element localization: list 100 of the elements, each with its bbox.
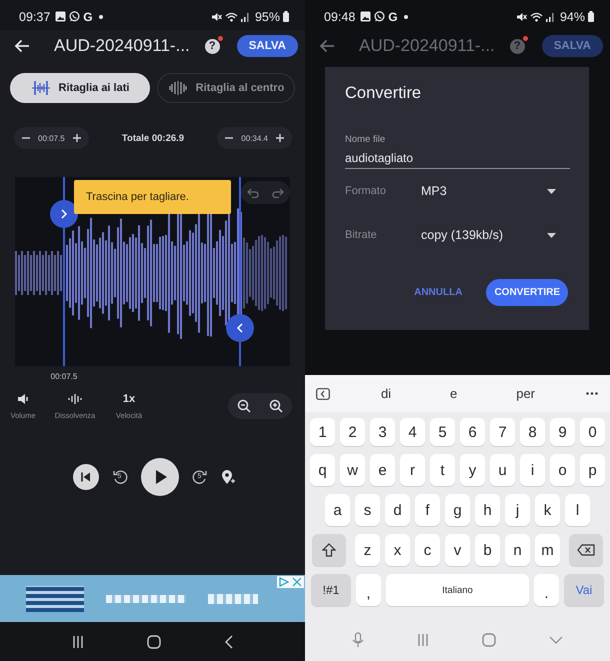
home-icon[interactable] (146, 634, 161, 648)
file-title: AUD-20240911-... (359, 36, 496, 56)
trim-middle-icon (168, 80, 188, 96)
clock: 09:48 (324, 10, 356, 24)
convert-button[interactable]: CONVERTIRE (486, 279, 568, 306)
key[interactable]: 3 (370, 418, 395, 446)
mode-tab[interactable]: Ritaglia ai lati (10, 73, 150, 103)
key[interactable]: 0 (580, 418, 605, 446)
key[interactable]: o (550, 454, 575, 486)
suggestion[interactable]: di (372, 386, 400, 401)
redo-icon[interactable] (272, 188, 284, 198)
key[interactable]: b (475, 534, 500, 566)
drag-handle[interactable] (226, 314, 254, 342)
symbols-key[interactable]: !#1 (311, 574, 351, 606)
file-name-field[interactable]: audiotagliato (345, 151, 570, 169)
backspace-icon (577, 544, 595, 556)
fade-icon[interactable] (68, 392, 82, 404)
key[interactable]: y (460, 454, 485, 486)
ad-choices-icon[interactable] (279, 577, 289, 587)
key[interactable]: v (445, 534, 470, 566)
battery-level: 94% (560, 10, 585, 24)
key[interactable]: i (520, 454, 545, 486)
clock: 09:37 (19, 10, 50, 24)
save-button[interactable]: SALVA (236, 35, 298, 57)
key[interactable]: m (535, 534, 560, 566)
key[interactable]: c (415, 534, 440, 566)
key[interactable]: p (580, 454, 605, 486)
undo-icon[interactable] (247, 188, 260, 198)
key[interactable]: x (385, 534, 410, 566)
help-button[interactable]: ? (204, 38, 220, 54)
dropdown[interactable]: MP3 (421, 184, 556, 198)
key[interactable]: 4 (400, 418, 425, 446)
key[interactable]: k (535, 494, 560, 526)
hint-tooltip: Trascina per tagliare. (74, 180, 231, 214)
key[interactable]: q (310, 454, 335, 486)
key[interactable]: u (490, 454, 515, 486)
close-icon[interactable] (292, 577, 302, 587)
skip-to-start-button[interactable] (72, 464, 98, 490)
microphone-icon[interactable] (352, 632, 364, 648)
signal-icon (546, 12, 555, 22)
shift-key[interactable] (312, 534, 346, 566)
signal-icon (240, 12, 250, 22)
key[interactable]: n (505, 534, 530, 566)
notification-dot-icon (98, 14, 103, 18)
key[interactable]: l (565, 494, 590, 526)
dialog-title: Convertire (345, 84, 422, 103)
dropdown[interactable]: copy (139kb/s) (421, 228, 556, 242)
key[interactable]: g (445, 494, 470, 526)
key[interactable]: 9 (550, 418, 575, 446)
hide-keyboard-icon[interactable] (549, 636, 564, 644)
key[interactable]: . (534, 574, 559, 606)
key[interactable]: , (356, 574, 381, 606)
mode-tab[interactable]: Ritaglia al centro (157, 73, 295, 103)
speaker-icon[interactable] (16, 392, 30, 404)
gallery-icon (55, 11, 66, 22)
speed-button[interactable]: 1x (122, 392, 136, 404)
key[interactable]: s (355, 494, 380, 526)
key[interactable]: 6 (460, 418, 485, 446)
field-label: Nome file (345, 134, 386, 145)
space-key[interactable]: Italiano (386, 574, 529, 606)
key[interactable]: t (430, 454, 455, 486)
key[interactable]: 8 (520, 418, 545, 446)
key[interactable]: 7 (490, 418, 515, 446)
zoom-out-icon[interactable] (237, 399, 251, 413)
recent-apps-icon[interactable] (72, 634, 84, 648)
key[interactable]: 1 (310, 418, 335, 446)
key[interactable]: a (325, 494, 350, 526)
suggestion[interactable]: per (508, 386, 544, 401)
battery-icon (283, 11, 289, 22)
back-icon[interactable] (224, 634, 234, 648)
notification-letter: G (388, 10, 398, 24)
backspace-key[interactable] (569, 534, 603, 566)
field-label: Formato (345, 185, 387, 197)
key[interactable]: r (400, 454, 425, 486)
trim-sides-icon (30, 80, 51, 96)
location-pin-icon[interactable] (220, 469, 234, 485)
key[interactable]: f (415, 494, 440, 526)
key[interactable]: z (355, 534, 380, 566)
key[interactable]: j (505, 494, 530, 526)
collapse-toolbar-icon[interactable] (316, 388, 330, 400)
play-button[interactable] (140, 458, 178, 496)
notification-dot-icon (404, 14, 408, 18)
suggestion[interactable]: e (442, 386, 466, 401)
key[interactable]: e (370, 454, 395, 486)
key[interactable]: h (475, 494, 500, 526)
gallery-icon (360, 11, 372, 22)
chat-icon (69, 11, 80, 22)
field-label: Bitrate (345, 229, 378, 241)
key[interactable]: 2 (340, 418, 365, 446)
file-title: AUD-20240911-... (54, 36, 191, 56)
key[interactable]: 5 (430, 418, 455, 446)
plus-icon[interactable] (276, 134, 284, 142)
zoom-in-icon[interactable] (269, 399, 283, 413)
drag-handle[interactable] (50, 200, 78, 228)
more-options-icon[interactable] (586, 392, 598, 395)
key[interactable]: w (340, 454, 365, 486)
caret-icon (547, 232, 556, 238)
plus-icon[interactable] (72, 134, 81, 142)
ad-image-placeholder (208, 594, 258, 604)
key[interactable]: d (385, 494, 410, 526)
